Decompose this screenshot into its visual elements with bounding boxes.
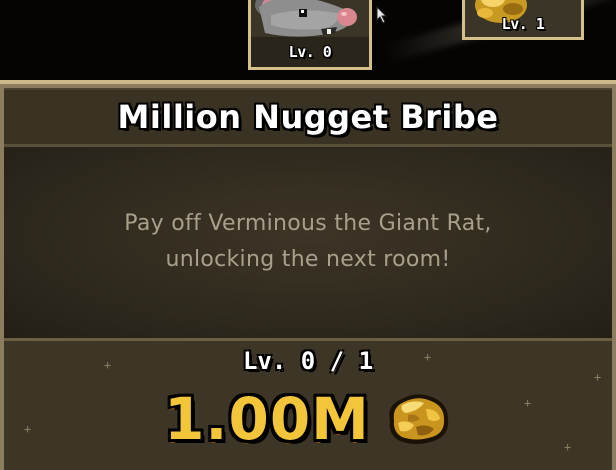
description-line-1: Pay off Verminous the Giant Rat, [124, 211, 492, 236]
upgrade-cost: 1.00M [164, 385, 370, 453]
gold-nugget-icon [389, 394, 449, 444]
rat-level-label: Lv. 0 [288, 43, 332, 61]
upgrade-level-progress: Lv. 0 / 1 [242, 347, 374, 375]
nugget-item-card[interactable]: Lv. 1 [462, 0, 584, 40]
upgrade-title: Million Nugget Bribe [117, 98, 499, 136]
title-bar: Million Nugget Bribe [4, 88, 612, 147]
rat-item-card[interactable]: Lv. 0 [248, 0, 372, 70]
purchase-button[interactable]: + + + + + + Lv. 0 / 1 1.00M [4, 338, 612, 470]
description-area: Pay off Verminous the Giant Rat, unlocki… [4, 148, 612, 338]
game-screen: Lv. 0 Lv. 1 Million Nugget Bribe Pay off… [0, 0, 616, 470]
nugget-level-label: Lv. 1 [501, 15, 545, 33]
cost-row: 1.00M [4, 385, 612, 453]
mouse-cursor-icon [376, 6, 388, 24]
description-line-2: unlocking the next room! [165, 247, 451, 272]
upgrade-panel: Million Nugget Bribe Pay off Verminous t… [0, 80, 616, 470]
upgrade-description: Pay off Verminous the Giant Rat, unlocki… [44, 206, 572, 278]
upgrade-panel-inner: Million Nugget Bribe Pay off Verminous t… [4, 88, 612, 470]
